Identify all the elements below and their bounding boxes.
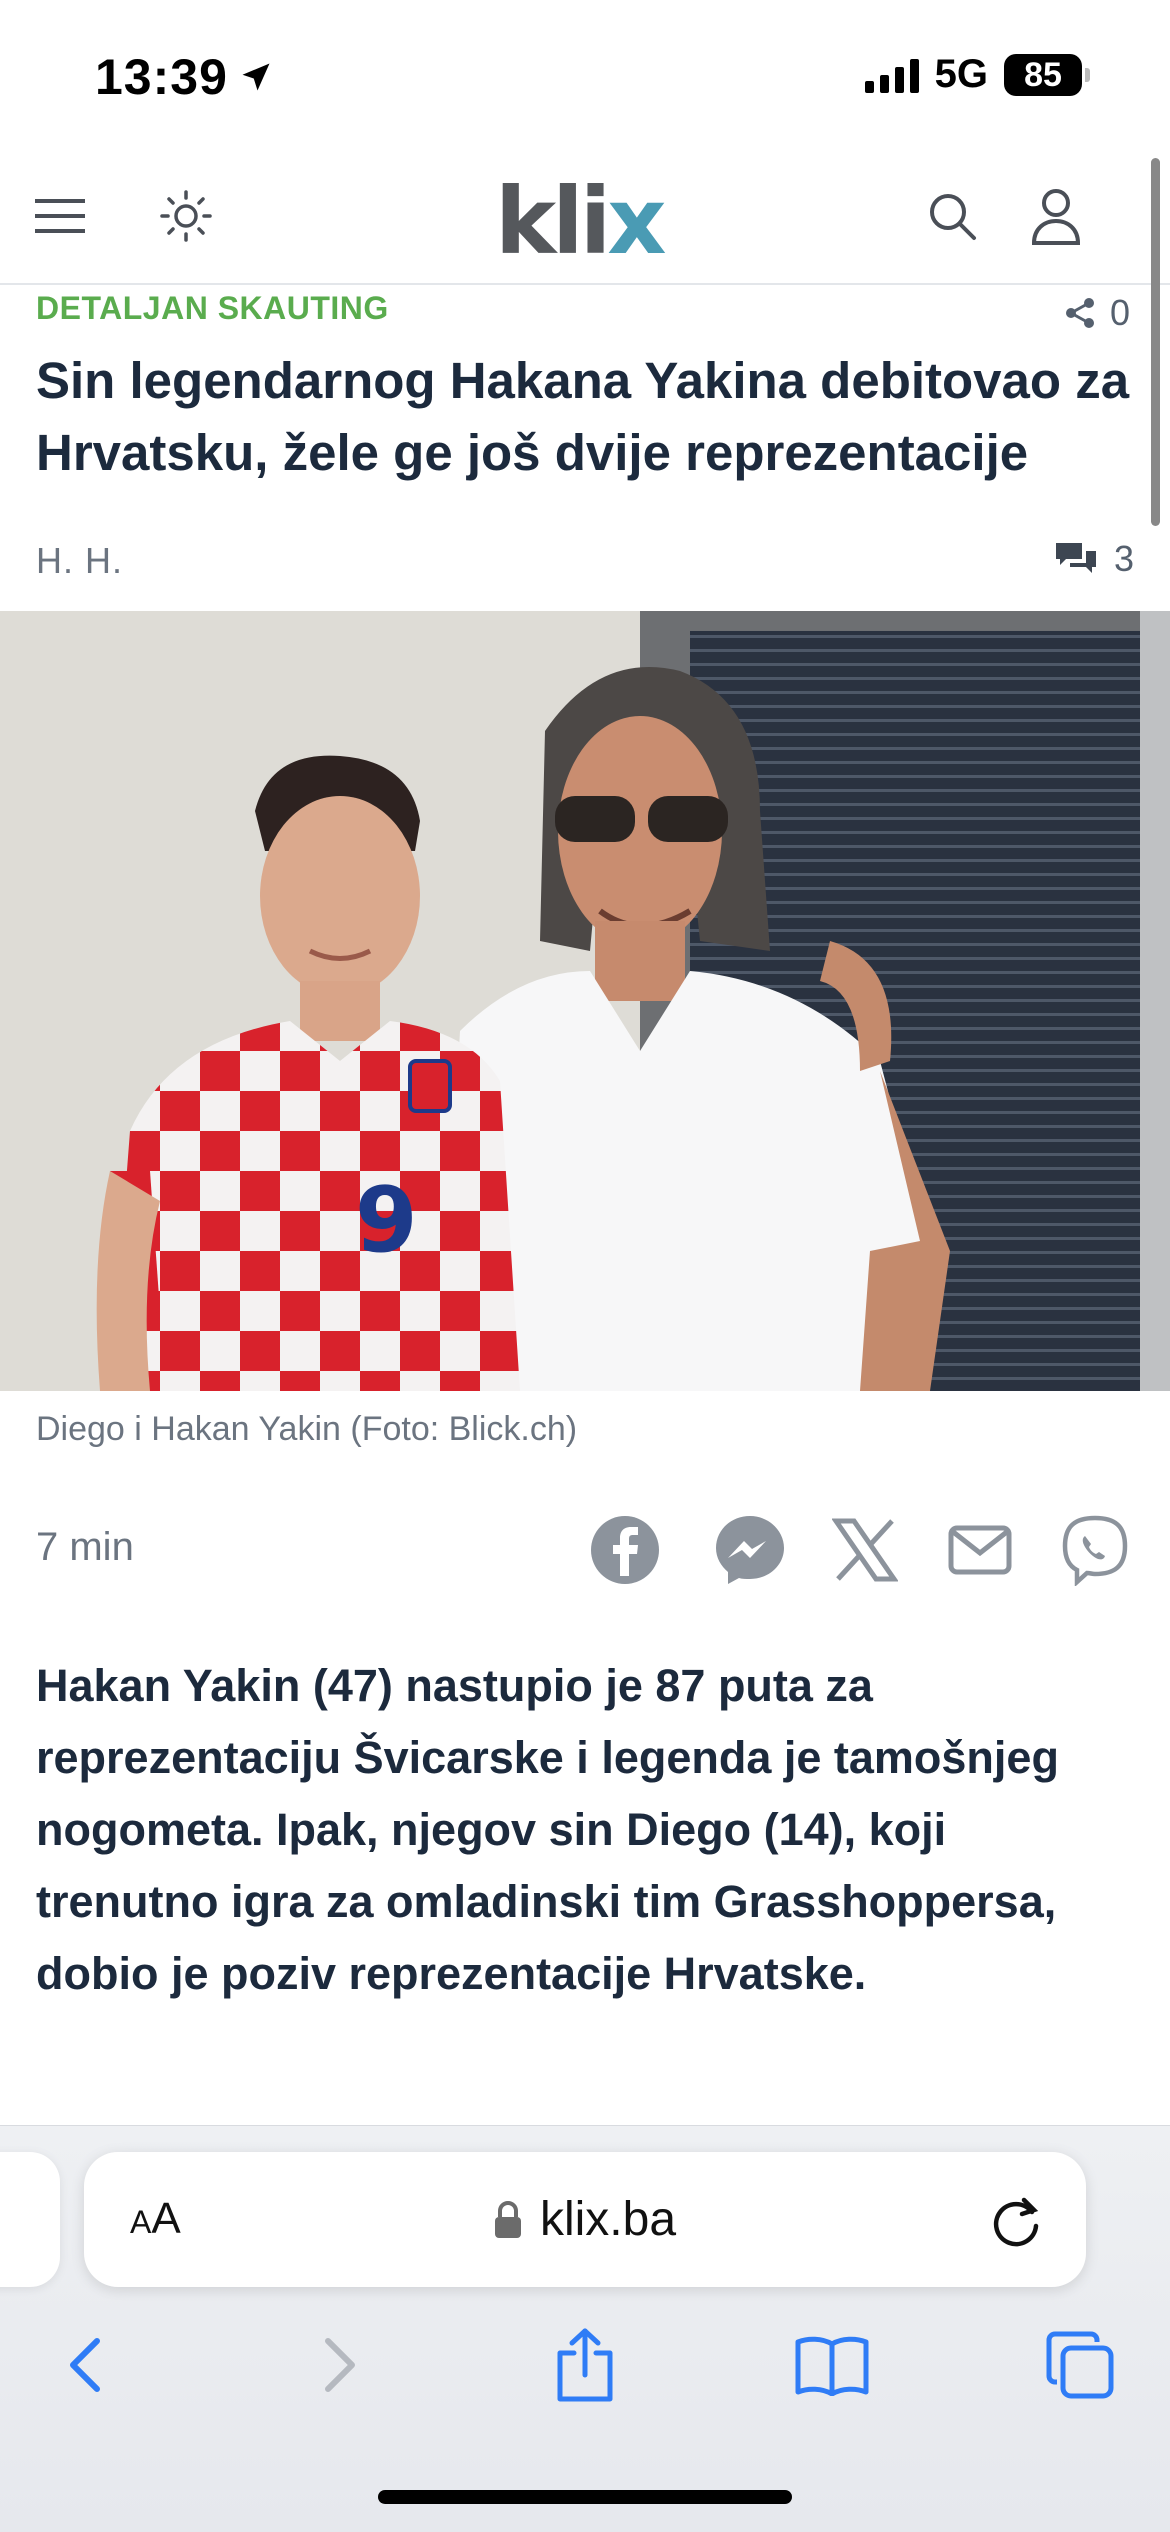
battery-icon: 85 — [1004, 53, 1090, 96]
comments-icon — [1055, 543, 1096, 573]
back-button[interactable] — [40, 2320, 130, 2410]
network-type: 5G — [934, 52, 988, 96]
location-arrow-icon — [242, 63, 270, 91]
status-time: 13:39 — [95, 48, 274, 106]
cellular-signal-icon — [864, 57, 919, 93]
battery-level: 85 — [1004, 53, 1082, 96]
search-icon — [930, 194, 976, 240]
url-text: klix.ba — [539, 2193, 677, 2246]
article-author[interactable]: H. H. — [36, 540, 123, 582]
x-icon — [832, 1518, 898, 1582]
site-header: klix — [0, 150, 1170, 285]
messenger-icon — [716, 1516, 784, 1584]
share-count-value: 0 — [1109, 292, 1130, 333]
svg-text:9: 9 — [355, 1168, 418, 1273]
article-headline: Sin legendarnog Hakana Yakina debitovao … — [36, 352, 1130, 481]
status-bar: 13:39 5G 85 — [0, 0, 1170, 150]
clock: 13:39 — [95, 49, 228, 105]
search-button[interactable] — [916, 180, 988, 252]
share-email-button[interactable] — [940, 1510, 1020, 1590]
photo-caption: Diego i Hakan Yakin (Foto: Blick.ch) — [36, 1410, 578, 1448]
article-kicker[interactable]: DETALJAN SKAUTING — [36, 290, 389, 327]
share-icon — [1065, 298, 1094, 328]
reload-icon — [993, 2197, 1039, 2247]
hamburger-menu-icon — [35, 199, 85, 233]
klix-logo[interactable]: klix — [495, 168, 667, 275]
share-counter[interactable]: 0 — [1064, 292, 1130, 334]
email-icon — [948, 1525, 1012, 1575]
url-field[interactable]: klix.ba — [84, 2192, 1086, 2247]
tabs-button[interactable] — [1035, 2320, 1125, 2410]
share-viber-button[interactable] — [1055, 1510, 1135, 1590]
photo-illustration: 9 — [0, 611, 1170, 1391]
forward-button[interactable] — [295, 2320, 385, 2410]
home-indicator[interactable] — [378, 2490, 792, 2504]
share-row — [585, 1510, 1135, 1590]
chevron-left-icon — [70, 2338, 100, 2392]
lock-icon — [494, 2200, 521, 2238]
chevron-right-icon — [325, 2338, 355, 2392]
viber-icon — [1062, 1515, 1128, 1586]
share-page-button[interactable] — [540, 2320, 630, 2410]
article-lead: Hakan Yakin (47) nastupio je 87 puta za … — [36, 1660, 1059, 1999]
share-up-icon — [557, 2328, 613, 2402]
reload-button[interactable] — [986, 2190, 1046, 2250]
browser-toolbar — [0, 2320, 1170, 2420]
share-x-button[interactable] — [825, 1510, 905, 1590]
article-photo[interactable]: 9 — [0, 611, 1170, 1391]
tabs-icon — [1046, 2331, 1114, 2399]
address-bar[interactable]: AA klix.ba — [84, 2152, 1086, 2287]
share-messenger-button[interactable] — [710, 1510, 790, 1590]
status-indicators: 5G 85 — [864, 52, 1090, 97]
sun-icon — [160, 190, 212, 242]
user-icon — [1031, 189, 1081, 245]
book-icon — [795, 2336, 869, 2396]
facebook-icon — [591, 1516, 659, 1584]
previous-tab-preview[interactable] — [0, 2152, 60, 2287]
comment-count-value: 3 — [1113, 538, 1134, 579]
theme-toggle-button[interactable] — [150, 180, 222, 252]
share-facebook-button[interactable] — [585, 1510, 665, 1590]
scroll-indicator[interactable] — [1151, 158, 1160, 526]
account-button[interactable] — [1020, 180, 1092, 252]
menu-button[interactable] — [24, 180, 96, 252]
comments-link[interactable]: 3 — [1054, 538, 1134, 580]
bookmarks-button[interactable] — [787, 2320, 877, 2410]
read-time: 7 min — [36, 1525, 134, 1569]
